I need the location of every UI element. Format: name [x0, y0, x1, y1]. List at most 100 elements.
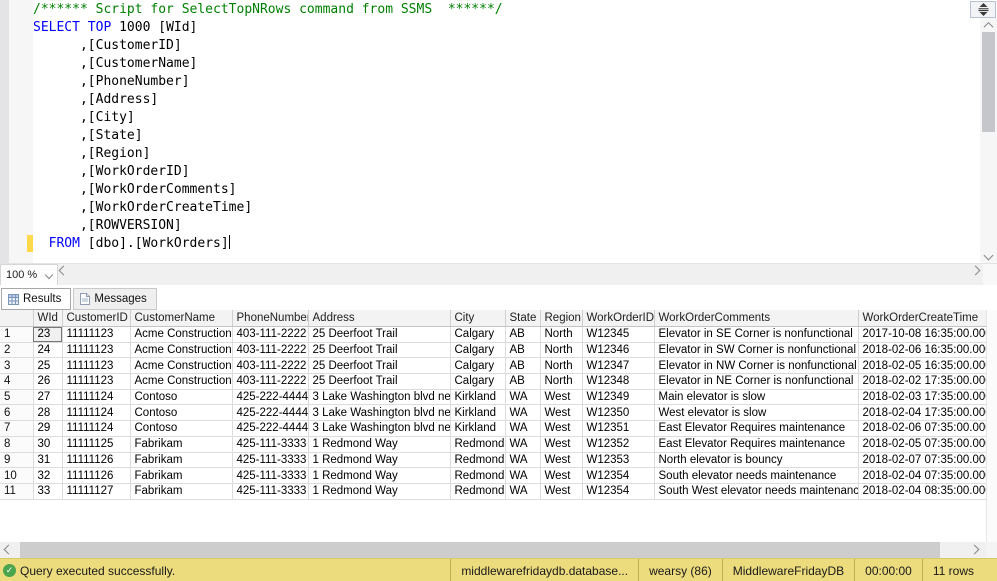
grid-cell[interactable]: Calgary [450, 327, 505, 343]
scroll-down-arrow-icon[interactable] [980, 248, 997, 263]
grid-cell[interactable]: 11111127 [62, 483, 130, 499]
grid-cell[interactable]: 33 [33, 483, 62, 499]
grid-cell[interactable]: WA [505, 405, 540, 421]
grid-cell[interactable]: W12345 [582, 327, 654, 343]
grid-cell[interactable]: WA [505, 483, 540, 499]
grid-cell[interactable]: AB [505, 327, 540, 343]
grid-cell[interactable]: 11111126 [62, 468, 130, 484]
grid-cell[interactable]: 425-222-4444 [232, 405, 308, 421]
grid-cell[interactable]: W12354 [582, 468, 654, 484]
code-line[interactable]: ,[CustomerName] [33, 55, 977, 73]
grid-cell[interactable]: 11111126 [62, 452, 130, 468]
grid-cell[interactable]: West [540, 483, 582, 499]
grid-cell[interactable]: 11111124 [62, 421, 130, 437]
grid-cell[interactable]: North [540, 327, 582, 343]
grid-cell[interactable]: Kirkland [450, 405, 505, 421]
row-header[interactable]: 11 [0, 483, 33, 499]
code-line[interactable]: ,[State] [33, 127, 977, 145]
grid-cell[interactable]: 3 Lake Washington blvd ne [308, 405, 450, 421]
grid-cell[interactable]: West [540, 436, 582, 452]
sql-code-text[interactable]: /****** Script for SelectTopNRows comman… [33, 1, 977, 253]
grid-cell[interactable]: AB [505, 358, 540, 374]
grid-cell[interactable]: 1 Redmond Way [308, 468, 450, 484]
grid-cell[interactable]: Contoso [130, 389, 232, 405]
row-header[interactable]: 8 [0, 436, 33, 452]
grid-cell[interactable]: 403-111-2222 [232, 327, 308, 343]
scroll-left-arrow-icon[interactable] [4, 545, 14, 555]
code-line[interactable]: /****** Script for SelectTopNRows comman… [33, 1, 977, 19]
grid-cell[interactable]: 2018-02-03 17:35:00.000 [858, 389, 997, 405]
grid-cell[interactable]: 1 Redmond Way [308, 452, 450, 468]
grid-cell[interactable]: Fabrikam [130, 483, 232, 499]
grid-cell[interactable]: 11111125 [62, 436, 130, 452]
row-header[interactable]: 3 [0, 358, 33, 374]
row-header[interactable]: 9 [0, 452, 33, 468]
code-line[interactable]: ,[WorkOrderCreateTime] [33, 199, 977, 217]
code-line[interactable]: ,[Region] [33, 145, 977, 163]
tab-messages[interactable]: Messages [73, 288, 156, 310]
grid-cell[interactable]: 2018-02-06 16:35:00.000 [858, 342, 997, 358]
grid-cell[interactable]: 2018-02-04 17:35:00.000 [858, 405, 997, 421]
row-header[interactable]: 5 [0, 389, 33, 405]
grid-cell[interactable]: 25 Deerfoot Trail [308, 342, 450, 358]
grid-cell[interactable]: Acme Construction [130, 342, 232, 358]
grid-cell[interactable]: Redmond [450, 468, 505, 484]
grid-cell[interactable]: 425-111-3333 [232, 483, 308, 499]
grid-cell[interactable]: WA [505, 389, 540, 405]
grid-cell[interactable]: Redmond [450, 483, 505, 499]
grid-cell[interactable]: 24 [33, 342, 62, 358]
grid-cell[interactable]: 1 Redmond Way [308, 483, 450, 499]
grid-cell[interactable]: Main elevator is slow [654, 389, 858, 405]
grid-cell[interactable]: 11111124 [62, 405, 130, 421]
row-header[interactable]: 6 [0, 405, 33, 421]
column-header[interactable]: WorkOrderCreateTime [858, 310, 997, 327]
grid-cell[interactable]: W12351 [582, 421, 654, 437]
grid-cell[interactable]: WA [505, 468, 540, 484]
grid-cell[interactable]: 425-222-4444 [232, 421, 308, 437]
grid-cell[interactable]: South West elevator needs maintenance [654, 483, 858, 499]
grid-cell[interactable]: Fabrikam [130, 468, 232, 484]
grid-cell[interactable]: 3 Lake Washington blvd ne [308, 389, 450, 405]
grid-cell[interactable]: WA [505, 436, 540, 452]
grid-cell[interactable]: 25 [33, 358, 62, 374]
grid-cell[interactable]: North elevator is bouncy [654, 452, 858, 468]
grid-cell[interactable]: 2018-02-06 07:35:00.000 [858, 421, 997, 437]
grid-cell[interactable]: 11111123 [62, 342, 130, 358]
grid-cell[interactable]: 2018-02-02 17:35:00.000 [858, 374, 997, 390]
grid-cell[interactable]: W12347 [582, 358, 654, 374]
editor-vertical-scrollbar[interactable] [980, 18, 997, 263]
grid-cell[interactable]: 28 [33, 405, 62, 421]
row-header[interactable]: 2 [0, 342, 33, 358]
grid-cell[interactable]: 32 [33, 468, 62, 484]
column-header[interactable]: Region [540, 310, 582, 327]
sql-editor[interactable]: /****** Script for SelectTopNRows comman… [0, 0, 997, 263]
grid-cell[interactable]: AB [505, 374, 540, 390]
grid-cell[interactable]: Contoso [130, 405, 232, 421]
code-line[interactable]: SELECT TOP 1000 [WId] [33, 19, 977, 37]
grid-cell[interactable]: Acme Construction [130, 358, 232, 374]
code-line[interactable]: ,[ROWVERSION] [33, 217, 977, 235]
grid-cell[interactable]: WA [505, 452, 540, 468]
grid-cell[interactable]: Calgary [450, 374, 505, 390]
grid-cell[interactable]: Acme Construction [130, 374, 232, 390]
row-header[interactable]: 4 [0, 374, 33, 390]
editor-vertical-scroll-thumb[interactable] [982, 32, 995, 132]
scroll-right-arrow-icon[interactable] [971, 266, 981, 276]
column-header[interactable]: Address [308, 310, 450, 327]
code-line[interactable]: ,[CustomerID] [33, 37, 977, 55]
grid-cell[interactable]: W12354 [582, 483, 654, 499]
grid-cell[interactable]: Calgary [450, 342, 505, 358]
column-header[interactable]: City [450, 310, 505, 327]
column-header[interactable]: CustomerID [62, 310, 130, 327]
code-line[interactable]: FROM [dbo].[WorkOrders] [33, 235, 977, 253]
grid-cell[interactable]: Kirkland [450, 421, 505, 437]
grid-cell[interactable]: 11111123 [62, 358, 130, 374]
grid-cell[interactable]: 27 [33, 389, 62, 405]
grid-cell[interactable]: Elevator in SE Corner is nonfunctional [654, 327, 858, 343]
grid-cell[interactable]: 425-222-4444 [232, 389, 308, 405]
code-line[interactable]: ,[Address] [33, 91, 977, 109]
results-horizontal-scrollbar[interactable] [0, 542, 986, 558]
code-line[interactable]: ,[City] [33, 109, 977, 127]
grid-cell[interactable]: Calgary [450, 358, 505, 374]
grid-cell[interactable]: 29 [33, 421, 62, 437]
